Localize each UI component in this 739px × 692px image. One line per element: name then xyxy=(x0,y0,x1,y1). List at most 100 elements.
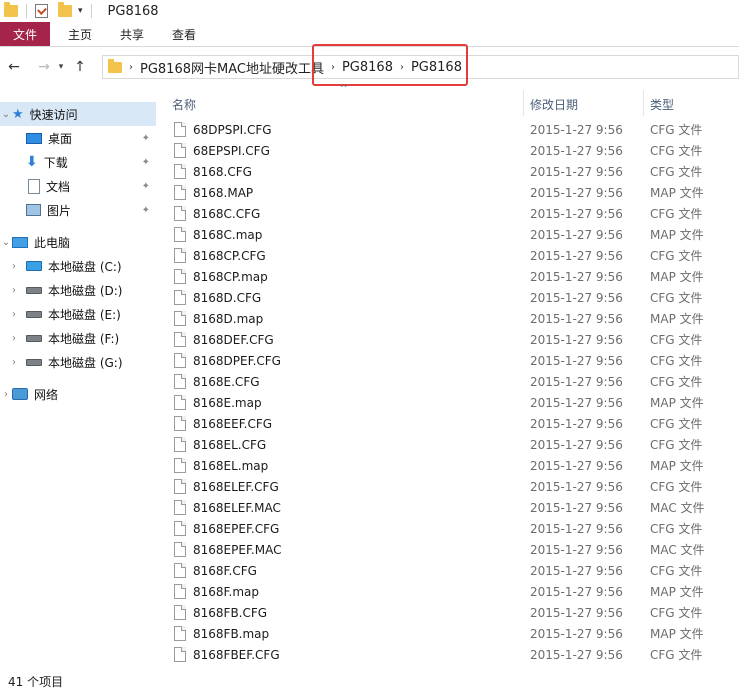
file-row[interactable]: 8168EEF.CFG 2015-1-27 9:56 CFG 文件 xyxy=(158,413,739,434)
chevron-right-icon[interactable]: › xyxy=(8,261,20,272)
pin-icon[interactable]: ✦ xyxy=(142,157,150,168)
file-name[interactable]: 8168D.CFG xyxy=(193,291,261,305)
file-row[interactable]: 8168.CFG 2015-1-27 9:56 CFG 文件 xyxy=(158,161,739,182)
nav-drive-e[interactable]: › 本地磁盘 (E:) xyxy=(8,302,156,326)
file-name[interactable]: 8168ELEF.MAC xyxy=(193,501,281,515)
column-header-name[interactable]: 名称 xyxy=(172,90,196,118)
file-row[interactable]: 8168ELEF.MAC 2015-1-27 9:56 MAC 文件 xyxy=(158,497,739,518)
file-row[interactable]: 8168F.CFG 2015-1-27 9:56 CFG 文件 xyxy=(158,560,739,581)
file-name[interactable]: 8168.MAP xyxy=(193,186,253,200)
tab-share[interactable]: 共享 xyxy=(106,22,158,46)
new-folder-icon[interactable] xyxy=(58,2,72,17)
column-divider[interactable] xyxy=(523,90,524,116)
file-row[interactable]: 8168DPEF.CFG 2015-1-27 9:56 CFG 文件 xyxy=(158,350,739,371)
file-name[interactable]: 8168EPEF.MAC xyxy=(193,543,281,557)
file-name[interactable]: 8168F.map xyxy=(193,585,259,599)
file-row[interactable]: 8168EPEF.CFG 2015-1-27 9:56 CFG 文件 xyxy=(158,518,739,539)
file-name[interactable]: 8168CP.CFG xyxy=(193,249,266,263)
file-name[interactable]: 8168D.map xyxy=(193,312,263,326)
nav-drive-d[interactable]: › 本地磁盘 (D:) xyxy=(8,278,156,302)
file-name[interactable]: 8168CP.map xyxy=(193,270,268,284)
file-row[interactable]: 68DPSPI.CFG 2015-1-27 9:56 CFG 文件 xyxy=(158,119,739,140)
file-row[interactable]: 8168DEF.CFG 2015-1-27 9:56 CFG 文件 xyxy=(158,329,739,350)
file-row[interactable]: 8168EL.CFG 2015-1-27 9:56 CFG 文件 xyxy=(158,434,739,455)
file-row[interactable]: 68EPSPI.CFG 2015-1-27 9:56 CFG 文件 xyxy=(158,140,739,161)
file-row[interactable]: 8168FBEF.CFG 2015-1-27 9:56 CFG 文件 xyxy=(158,644,739,665)
file-name[interactable]: 8168FB.CFG xyxy=(193,606,267,620)
file-name[interactable]: 8168EEF.CFG xyxy=(193,417,272,431)
up-arrow-icon[interactable]: ↑ xyxy=(70,59,90,75)
column-divider[interactable] xyxy=(643,90,644,116)
customize-toolbar-dropdown-icon[interactable]: ▾ xyxy=(78,6,83,16)
address-bar[interactable]: › PG8168网卡MAC地址硬改工具 › PG8168 › PG8168 xyxy=(102,55,739,79)
pin-icon[interactable]: ✦ xyxy=(142,205,150,216)
nav-item-desktop[interactable]: 桌面 ✦ xyxy=(26,126,156,150)
file-name[interactable]: 8168E.CFG xyxy=(193,375,260,389)
chevron-right-icon[interactable]: › xyxy=(8,357,20,368)
file-row[interactable]: 8168E.map 2015-1-27 9:56 MAP 文件 xyxy=(158,392,739,413)
chevron-right-icon[interactable]: › xyxy=(8,309,20,320)
file-row[interactable]: 8168EPEF.MAC 2015-1-27 9:56 MAC 文件 xyxy=(158,539,739,560)
file-name[interactable]: 8168EL.map xyxy=(193,459,268,473)
breadcrumb-pg8168-current[interactable]: PG8168 xyxy=(411,60,462,75)
column-header-date[interactable]: 修改日期 xyxy=(530,90,578,118)
pin-icon[interactable]: ✦ xyxy=(142,181,150,192)
file-name[interactable]: 8168EPEF.CFG xyxy=(193,522,279,536)
file-name[interactable]: 8168DEF.CFG xyxy=(193,333,274,347)
file-name[interactable]: 8168DPEF.CFG xyxy=(193,354,281,368)
pin-icon[interactable]: ✦ xyxy=(142,133,150,144)
file-row[interactable]: 8168.MAP 2015-1-27 9:56 MAP 文件 xyxy=(158,182,739,203)
chevron-right-icon[interactable]: › xyxy=(400,62,404,73)
folder-icon[interactable] xyxy=(4,2,18,17)
file-row[interactable]: 8168E.CFG 2015-1-27 9:56 CFG 文件 xyxy=(158,371,739,392)
file-row[interactable]: 8168ELEF.CFG 2015-1-27 9:56 CFG 文件 xyxy=(158,476,739,497)
file-name[interactable]: 8168E.map xyxy=(193,396,262,410)
nav-item-documents[interactable]: 文档 ✦ xyxy=(28,174,156,198)
tab-home[interactable]: 主页 xyxy=(54,22,106,46)
nav-item-downloads[interactable]: ⬇ 下载 ✦ xyxy=(26,150,156,174)
column-header-type[interactable]: 类型 xyxy=(650,90,674,118)
nav-drive-f[interactable]: › 本地磁盘 (F:) xyxy=(8,326,156,350)
chevron-right-icon[interactable]: › xyxy=(8,333,20,344)
file-name[interactable]: 8168F.CFG xyxy=(193,564,257,578)
chevron-right-icon[interactable]: › xyxy=(331,62,335,73)
file-name[interactable]: 8168.CFG xyxy=(193,165,252,179)
file-name[interactable]: 8168ELEF.CFG xyxy=(193,480,279,494)
nav-this-pc[interactable]: ⌄ 此电脑 xyxy=(0,230,156,254)
file-name[interactable]: 68DPSPI.CFG xyxy=(193,123,272,137)
nav-drive-g[interactable]: › 本地磁盘 (G:) xyxy=(8,350,156,374)
file-row[interactable]: 8168F.map 2015-1-27 9:56 MAP 文件 xyxy=(158,581,739,602)
nav-drive-c[interactable]: › 本地磁盘 (C:) xyxy=(8,254,156,278)
file-row[interactable]: 8168D.CFG 2015-1-27 9:56 CFG 文件 xyxy=(158,287,739,308)
file-row[interactable]: 8168FB.CFG 2015-1-27 9:56 CFG 文件 xyxy=(158,602,739,623)
nav-item-pictures[interactable]: 图片 ✦ xyxy=(26,198,156,222)
tab-file[interactable]: 文件 xyxy=(0,22,50,46)
chevron-down-icon[interactable]: ⌄ xyxy=(0,237,12,248)
tab-view[interactable]: 查看 xyxy=(158,22,210,46)
nav-network[interactable]: › 网络 xyxy=(0,382,156,406)
file-row[interactable]: 8168FB.map 2015-1-27 9:56 MAP 文件 xyxy=(158,623,739,644)
file-name[interactable]: 8168C.CFG xyxy=(193,207,260,221)
recent-locations-chevron-icon[interactable]: ▾ xyxy=(54,62,68,72)
breadcrumb-tool-folder[interactable]: PG8168网卡MAC地址硬改工具 xyxy=(140,58,324,77)
file-row[interactable]: 8168C.CFG 2015-1-27 9:56 CFG 文件 xyxy=(158,203,739,224)
nav-quick-access[interactable]: ⌄ ★ 快速访问 xyxy=(0,102,156,126)
breadcrumb-pg8168-parent[interactable]: PG8168 xyxy=(342,60,393,75)
chevron-right-icon[interactable]: › xyxy=(8,285,20,296)
file-row[interactable]: 8168CP.map 2015-1-27 9:56 MAP 文件 xyxy=(158,266,739,287)
forward-arrow-icon[interactable]: → xyxy=(34,59,54,75)
chevron-right-icon[interactable]: › xyxy=(0,389,12,400)
back-arrow-icon[interactable]: ← xyxy=(4,59,24,75)
properties-icon[interactable] xyxy=(35,4,48,18)
file-row[interactable]: 8168CP.CFG 2015-1-27 9:56 CFG 文件 xyxy=(158,245,739,266)
file-row[interactable]: 8168D.map 2015-1-27 9:56 MAP 文件 xyxy=(158,308,739,329)
file-row[interactable]: 8168EL.map 2015-1-27 9:56 MAP 文件 xyxy=(158,455,739,476)
file-name[interactable]: 8168FBEF.CFG xyxy=(193,648,280,662)
chevron-right-icon[interactable]: › xyxy=(129,62,133,73)
file-row[interactable]: 8168C.map 2015-1-27 9:56 MAP 文件 xyxy=(158,224,739,245)
chevron-down-icon[interactable]: ⌄ xyxy=(0,109,12,120)
file-name[interactable]: 8168FB.map xyxy=(193,627,269,641)
file-name[interactable]: 8168C.map xyxy=(193,228,262,242)
file-name[interactable]: 68EPSPI.CFG xyxy=(193,144,270,158)
file-name[interactable]: 8168EL.CFG xyxy=(193,438,266,452)
